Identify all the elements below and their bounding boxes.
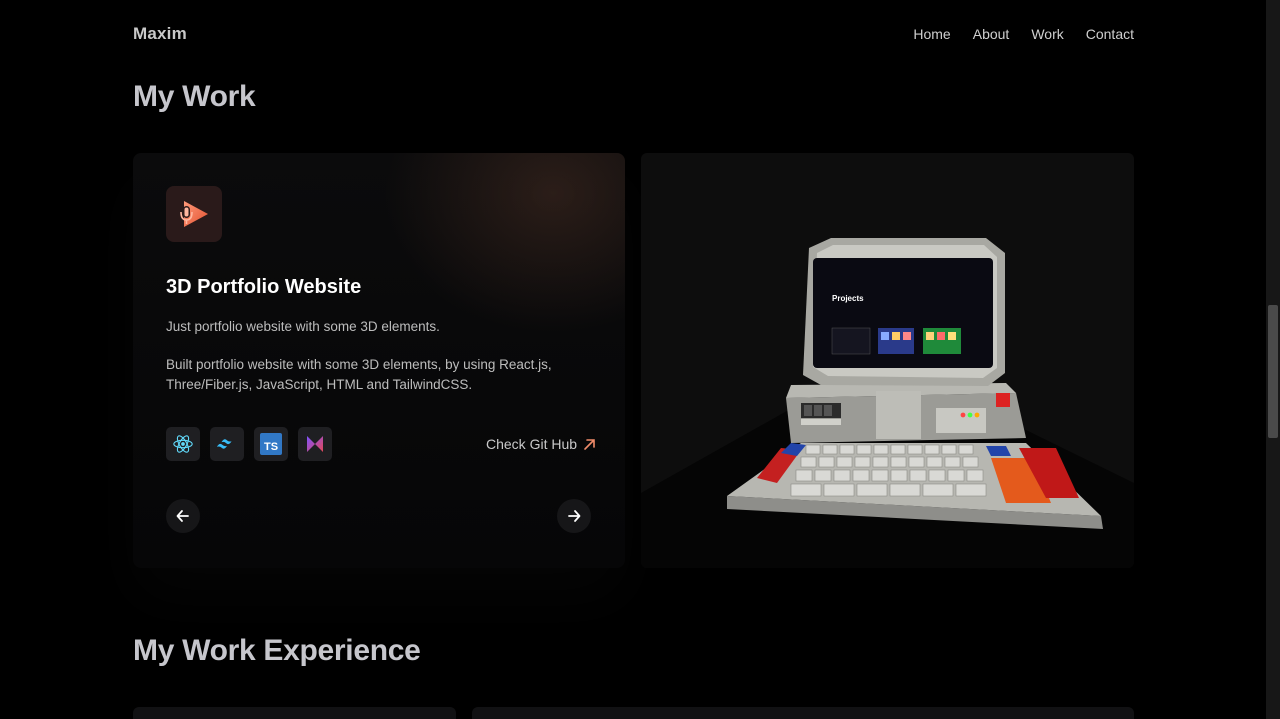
work-section-title: My Work: [133, 80, 256, 113]
project-title: 3D Portfolio Website: [166, 276, 362, 298]
nav-link-work[interactable]: Work: [1031, 26, 1063, 42]
nav-link-contact[interactable]: Contact: [1086, 26, 1134, 42]
typescript-icon: TS: [254, 427, 288, 461]
tech-stack: TS: [166, 427, 332, 461]
kotlin-icon: [298, 427, 332, 461]
navbar: Maxim Home About Work Contact: [133, 22, 1134, 46]
next-project-button[interactable]: [557, 499, 591, 533]
screen-heading: Projects: [832, 294, 864, 303]
arrow-right-icon: [568, 510, 581, 522]
experience-card: [133, 707, 456, 719]
arrow-up-right-icon: [584, 438, 595, 450]
tailwind-icon: [210, 427, 244, 461]
arrow-left-icon: [176, 510, 189, 522]
nav-link-about[interactable]: About: [973, 26, 1010, 42]
react-icon: [166, 427, 200, 461]
project-card: 3D Portfolio Website Just portfolio webs…: [133, 153, 625, 568]
experience-card: [472, 707, 1134, 719]
project-app-icon: [166, 186, 222, 242]
project-3d-preview[interactable]: Projects: [641, 153, 1134, 568]
project-short-description: Just portfolio website with some 3D elem…: [166, 319, 440, 334]
project-description: Built portfolio website with some 3D ele…: [166, 357, 552, 392]
scrollbar-thumb[interactable]: [1268, 305, 1278, 438]
typescript-icon-label: TS: [264, 441, 278, 453]
experience-section-title: My Work Experience: [133, 634, 421, 667]
nav-links: Home About Work Contact: [913, 26, 1134, 42]
brand-logo[interactable]: Maxim: [133, 24, 187, 44]
github-link[interactable]: Check Git Hub: [486, 436, 596, 452]
nav-link-home[interactable]: Home: [913, 26, 950, 42]
github-link-label: Check Git Hub: [486, 436, 578, 452]
previous-project-button[interactable]: [166, 499, 200, 533]
